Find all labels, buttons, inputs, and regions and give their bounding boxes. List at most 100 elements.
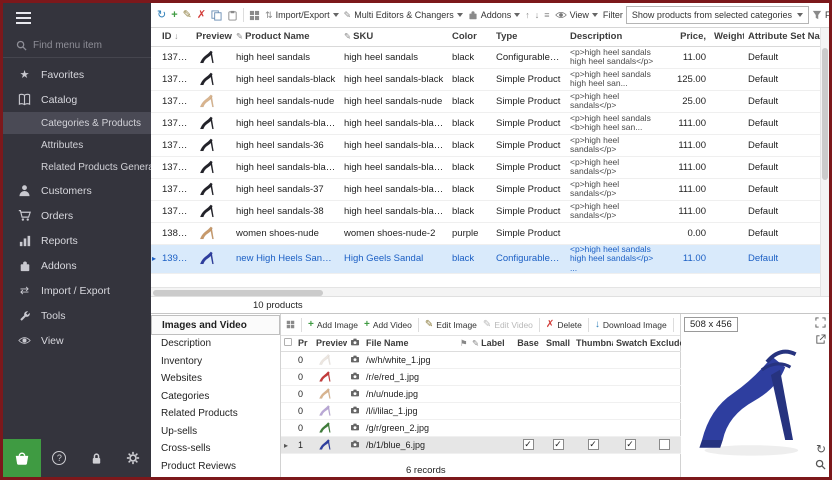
column-header-base[interactable]: Base: [513, 336, 543, 351]
refresh-button[interactable]: ↻: [155, 8, 168, 23]
tab-cross-sells[interactable]: Cross-sells: [151, 440, 280, 458]
table-row[interactable]: 13739 high heel sandals-37 high heel san…: [151, 178, 820, 200]
edit-video-button[interactable]: ✎Edit Video: [481, 318, 535, 332]
copy-button[interactable]: [209, 8, 224, 23]
zoom-button[interactable]: [815, 459, 826, 472]
column-header-sku[interactable]: ✎SKU: [340, 28, 448, 46]
list-item[interactable]: 0 /g/r/green_2.jpg: [281, 419, 681, 436]
download-image-button[interactable]: ↓Download Image: [593, 318, 669, 332]
small-checkbox-checked[interactable]: ✓: [553, 439, 564, 450]
add-video-button[interactable]: +Add Video: [362, 318, 414, 332]
tab-inventory[interactable]: Inventory: [151, 353, 280, 371]
column-header-name[interactable]: ✎Product Name: [232, 28, 340, 46]
tab-description[interactable]: Description: [151, 335, 280, 353]
list-item[interactable]: 0 /l/i/lilac_1.jpg: [281, 402, 681, 419]
filters-dropdown[interactable]: Filters: [810, 8, 829, 22]
table-row[interactable]: 13817 women shoes-nude women shoes-nude-…: [151, 222, 820, 244]
table-row[interactable]: 13731 high heel sandals high heel sandal…: [151, 46, 820, 68]
tab-categories[interactable]: Categories: [151, 388, 280, 406]
lock-button[interactable]: [78, 439, 115, 477]
column-header-price[interactable]: Price,: [666, 28, 710, 46]
column-header-file-name[interactable]: File Name: [363, 336, 457, 351]
scrollbar-thumb[interactable]: [822, 48, 828, 180]
sidebar-item-import-export[interactable]: ⇄ Import / Export: [3, 278, 151, 303]
list-item[interactable]: 0 /n/u/nude.jpg: [281, 385, 681, 402]
column-header-small[interactable]: Small: [543, 336, 573, 351]
hamburger-menu-button[interactable]: [3, 3, 151, 33]
addons-dropdown[interactable]: Addons: [466, 8, 523, 22]
sort-ascending-button[interactable]: ↑: [523, 9, 532, 22]
base-checkbox-checked[interactable]: ✓: [523, 439, 534, 450]
column-header-thumbnail[interactable]: Thumbna: [573, 336, 613, 351]
help-button[interactable]: ?: [41, 439, 78, 477]
store-button[interactable]: [3, 439, 41, 477]
tab-websites[interactable]: Websites: [151, 370, 280, 388]
scrollbar-thumb[interactable]: [153, 290, 323, 296]
tab-up-sells[interactable]: Up-sells: [151, 423, 280, 441]
column-header-position[interactable]: Pr: [295, 336, 313, 351]
sidebar-item-addons[interactable]: Addons: [3, 253, 151, 278]
rotate-button[interactable]: ↻: [816, 443, 826, 455]
column-header-weight[interactable]: Weight: [710, 28, 744, 46]
sidebar-item-categories-products[interactable]: Categories & Products: [3, 112, 151, 134]
sidebar-item-reports[interactable]: Reports: [3, 228, 151, 253]
table-row[interactable]: 13732 high heel sandals-black high heel …: [151, 68, 820, 90]
delete-product-button[interactable]: ✗: [195, 8, 208, 23]
exclude-checkbox-unchecked[interactable]: [659, 439, 670, 450]
sidebar-item-favorites[interactable]: ★ Favorites: [3, 62, 151, 87]
column-header-preview[interactable]: Preview: [192, 28, 232, 46]
column-header-exclude[interactable]: Exclude: [647, 336, 681, 351]
column-header-preview[interactable]: Preview: [313, 336, 347, 351]
table-row[interactable]: 13733 high heel sandals-nude high heel s…: [151, 90, 820, 112]
tab-related-products[interactable]: Related Products: [151, 405, 280, 423]
column-header-camera[interactable]: [347, 336, 363, 351]
multi-editors-dropdown[interactable]: ✎ Multi Editors & Changers: [342, 8, 465, 22]
list-item-selected[interactable]: ▸ 1 /b/1/blue_6.jpg ✓ ✓ ✓ ✓: [281, 436, 681, 453]
column-header-swatch[interactable]: Swatch: [613, 336, 647, 351]
column-header-id[interactable]: ID ↓: [158, 28, 192, 46]
edit-product-button[interactable]: ✎: [181, 8, 194, 23]
images-grid-button[interactable]: [284, 318, 297, 331]
paste-button[interactable]: [225, 8, 240, 23]
thumbnail-checkbox-checked[interactable]: ✓: [588, 439, 599, 450]
table-row[interactable]: 13740 high heel sandals-38 high heel san…: [151, 200, 820, 222]
add-image-button[interactable]: +Add Image: [306, 318, 360, 332]
delete-image-button[interactable]: ✗Delete: [544, 318, 584, 332]
group-button[interactable]: ≡: [542, 9, 551, 22]
open-external-button[interactable]: [815, 334, 826, 347]
column-header-color[interactable]: Color: [448, 28, 492, 46]
tab-images-and-video[interactable]: Images and Video: [151, 315, 280, 335]
settings-button[interactable]: [114, 439, 151, 477]
table-row[interactable]: 13737 high heel sandals-36 high heel san…: [151, 134, 820, 156]
sidebar-item-tools[interactable]: Tools: [3, 303, 151, 328]
column-header-attribute-set[interactable]: Attribute Set Name: [744, 28, 820, 46]
list-item[interactable]: 0 /w/h/white_1.jpg: [281, 351, 681, 368]
swatch-checkbox-checked[interactable]: ✓: [625, 439, 636, 450]
sort-descending-button[interactable]: ↓: [533, 9, 542, 22]
sidebar-item-orders[interactable]: Orders: [3, 203, 151, 228]
column-header-flag[interactable]: ⚑: [457, 336, 469, 351]
sidebar-item-related-products-generator[interactable]: Related Products Generator: [3, 156, 151, 178]
fullscreen-button[interactable]: [815, 317, 826, 330]
set-resize-rule-button[interactable]: Set Resize Rule: [678, 318, 680, 332]
table-row[interactable]: 13736 high heel sandals-black-36 high he…: [151, 112, 820, 134]
edit-image-button[interactable]: ✎Edit Image: [423, 318, 479, 332]
columns-button[interactable]: [247, 8, 262, 23]
menu-search-input[interactable]: [33, 40, 138, 51]
column-header-type[interactable]: Type: [492, 28, 566, 46]
table-row-selected[interactable]: ▸ 13931 new High Heels Sandals High Geel…: [151, 244, 820, 274]
vertical-scrollbar[interactable]: [820, 28, 829, 296]
add-product-button[interactable]: +: [169, 8, 179, 23]
horizontal-scrollbar[interactable]: [151, 287, 820, 296]
table-row[interactable]: 13738 high heel sandals-black-37 high he…: [151, 156, 820, 178]
category-filter-select[interactable]: Show products from selected categories: [626, 6, 809, 24]
sidebar-item-catalog[interactable]: Catalog: [3, 87, 151, 112]
column-header-description[interactable]: Description: [566, 28, 666, 46]
column-header-label[interactable]: ✎Label: [469, 336, 513, 351]
sidebar-item-attributes[interactable]: Attributes: [3, 134, 151, 156]
view-dropdown[interactable]: View: [553, 8, 600, 22]
sidebar-item-view[interactable]: View: [3, 328, 151, 353]
import-export-dropdown[interactable]: ⇅ Import/Export: [263, 8, 341, 22]
tab-product-reviews[interactable]: Product Reviews: [151, 458, 280, 476]
list-item[interactable]: 0 /r/e/red_1.jpg: [281, 368, 681, 385]
